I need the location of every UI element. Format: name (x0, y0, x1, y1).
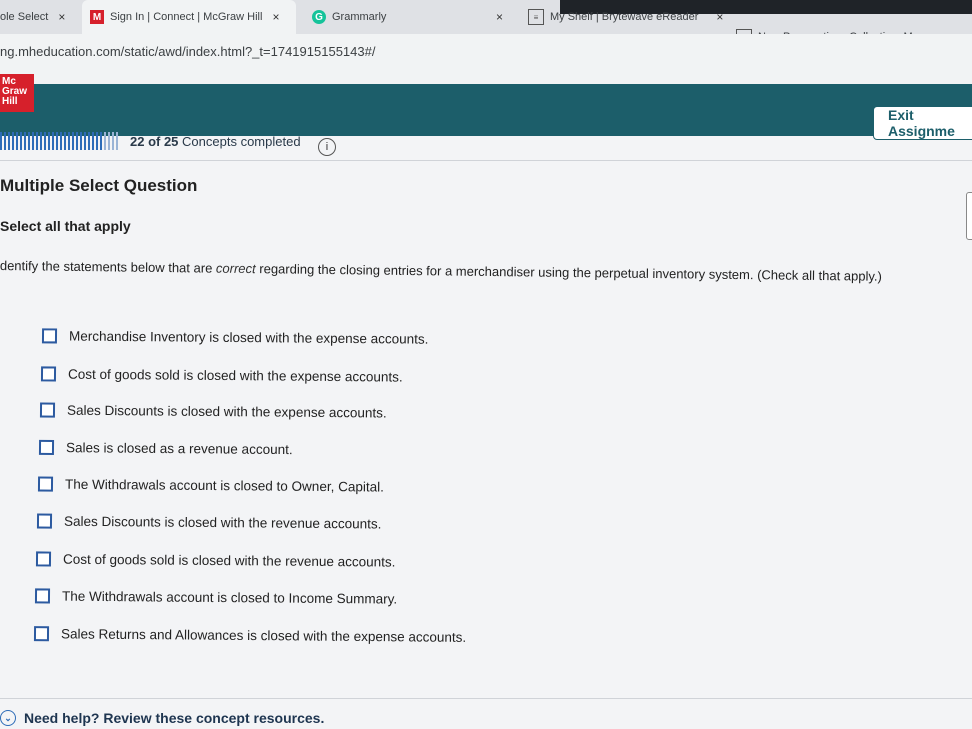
option-label: Sales is closed as a revenue account. (65, 440, 293, 458)
tab-ole-select[interactable]: ole Select × (0, 2, 65, 32)
progress-segment (56, 132, 58, 150)
progress-segment (112, 132, 114, 150)
option-label: Cost of goods sold is closed with the ex… (67, 366, 403, 385)
progress-segment (52, 132, 54, 150)
checkbox-icon[interactable] (34, 588, 51, 604)
progress-segment (92, 132, 94, 150)
chevron-down-icon: ⌄ (0, 710, 16, 726)
question-type-title: Multiple Select Question (0, 176, 198, 195)
progress-segment (60, 132, 62, 150)
prompt-emphasis: correct (215, 260, 256, 277)
tab-label: My Shelf | Brytewave eReader (550, 11, 699, 23)
tab-grammarly[interactable]: G Grammarly (312, 2, 386, 32)
checkbox-icon[interactable] (39, 402, 56, 418)
progress-segment (36, 132, 38, 150)
progress-segment (0, 132, 2, 150)
checkbox-icon[interactable] (36, 513, 53, 529)
tab-close-icon[interactable]: × (496, 10, 503, 24)
option-label: The Withdrawals account is closed to Own… (64, 476, 384, 495)
progress-segment (116, 132, 118, 150)
progress-segment (32, 132, 34, 150)
option-label: Sales Discounts is closed with the reven… (63, 513, 382, 532)
option-checkbox[interactable]: Cost of goods sold is closed with the ex… (40, 366, 403, 385)
progress-segment (40, 132, 42, 150)
tab-my-shelf[interactable]: ≡ My Shelf | Brytewave eReader × (528, 2, 723, 32)
tab-mcgraw-hill-sign-in[interactable]: M Sign In | Connect | McGraw Hill × (90, 2, 279, 32)
progress-segment (72, 132, 74, 150)
progress-text: 22 of 25 Concepts completed (130, 134, 301, 149)
progress-segment (80, 132, 82, 150)
prompt-text: regarding the closing entries for a merc… (255, 261, 882, 284)
help-resources-toggle[interactable]: ⌄ Need help? Review these concept resour… (0, 710, 324, 726)
info-icon[interactable]: i (318, 138, 336, 156)
option-checkbox[interactable]: Sales Discounts is closed with the expen… (39, 402, 387, 421)
option-label: Merchandise Inventory is closed with the… (68, 328, 429, 347)
ebook-icon: ≡ (528, 9, 544, 25)
exit-assignment-label: Exit Assignme (888, 107, 955, 139)
checkbox-icon[interactable] (40, 366, 57, 382)
progress-segment (28, 132, 30, 150)
question-instruction: Select all that apply (0, 218, 131, 234)
checkbox-icon[interactable] (38, 439, 55, 456)
option-label: Sales Returns and Allowances is closed w… (60, 626, 467, 645)
option-label: The Withdrawals account is closed to Inc… (61, 588, 398, 607)
tab-close-icon[interactable]: × (58, 10, 65, 24)
url-text[interactable]: ng.mheducation.com/static/awd/index.html… (0, 44, 375, 59)
option-checkbox[interactable]: The Withdrawals account is closed to Own… (37, 476, 384, 495)
progress-segment (12, 132, 14, 150)
option-checkbox[interactable]: Sales is closed as a revenue account. (38, 439, 293, 458)
concept-progress-bar (0, 132, 120, 150)
prompt-text: dentify the statements below that are (0, 258, 217, 276)
grammarly-icon: G (312, 10, 326, 24)
tab-label: Sign In | Connect | McGraw Hill (110, 11, 263, 23)
progress-segment (48, 132, 50, 150)
checkbox-icon[interactable] (35, 551, 52, 567)
checkbox-icon[interactable] (37, 476, 54, 492)
mcgraw-hill-logo: Mc Graw Hill (0, 74, 34, 112)
tab-unnamed[interactable]: × (486, 2, 503, 32)
divider (0, 698, 972, 699)
option-checkbox[interactable]: Cost of goods sold is closed with the re… (35, 551, 396, 570)
option-label: Sales Discounts is closed with the expen… (66, 402, 387, 421)
address-bar (0, 34, 972, 84)
progress-segment (4, 132, 6, 150)
checkbox-icon[interactable] (41, 328, 58, 344)
progress-segment (76, 132, 78, 150)
progress-segment (84, 132, 86, 150)
tab-close-icon[interactable]: × (272, 10, 279, 24)
progress-segment (16, 132, 18, 150)
help-label: Need help? Review these concept resource… (24, 710, 325, 726)
question-prompt: dentify the statements below that are co… (0, 258, 972, 285)
divider (0, 160, 972, 161)
exit-assignment-button[interactable]: Exit Assignme (873, 106, 972, 140)
tab-close-icon[interactable]: × (716, 10, 723, 24)
tab-label: ole Select (0, 11, 49, 23)
tab-label: Grammarly (332, 11, 387, 23)
checkbox-icon[interactable] (33, 626, 50, 642)
progress-segment (44, 132, 46, 150)
progress-segment (8, 132, 10, 150)
scroll-handle[interactable] (966, 192, 972, 240)
option-checkbox[interactable]: Merchandise Inventory is closed with the… (41, 328, 429, 347)
mcgraw-hill-icon: M (90, 10, 104, 24)
progress-segment (108, 132, 110, 150)
option-checkbox[interactable]: The Withdrawals account is closed to Inc… (34, 588, 398, 607)
progress-segment (100, 132, 102, 150)
progress-segment (64, 132, 66, 150)
option-checkbox[interactable]: Sales Returns and Allowances is closed w… (33, 626, 467, 645)
option-checkbox[interactable]: Sales Discounts is closed with the reven… (36, 513, 382, 532)
progress-label: Concepts completed (182, 134, 301, 149)
progress-segment (96, 132, 98, 150)
app-header (0, 84, 972, 136)
progress-segment (88, 132, 90, 150)
progress-count: 22 of 25 (130, 134, 179, 149)
progress-segment (20, 132, 22, 150)
progress-segment (24, 132, 26, 150)
option-label: Cost of goods sold is closed with the re… (62, 551, 396, 570)
logo-line: Hill (2, 96, 18, 107)
progress-segment (104, 132, 106, 150)
progress-segment (68, 132, 70, 150)
